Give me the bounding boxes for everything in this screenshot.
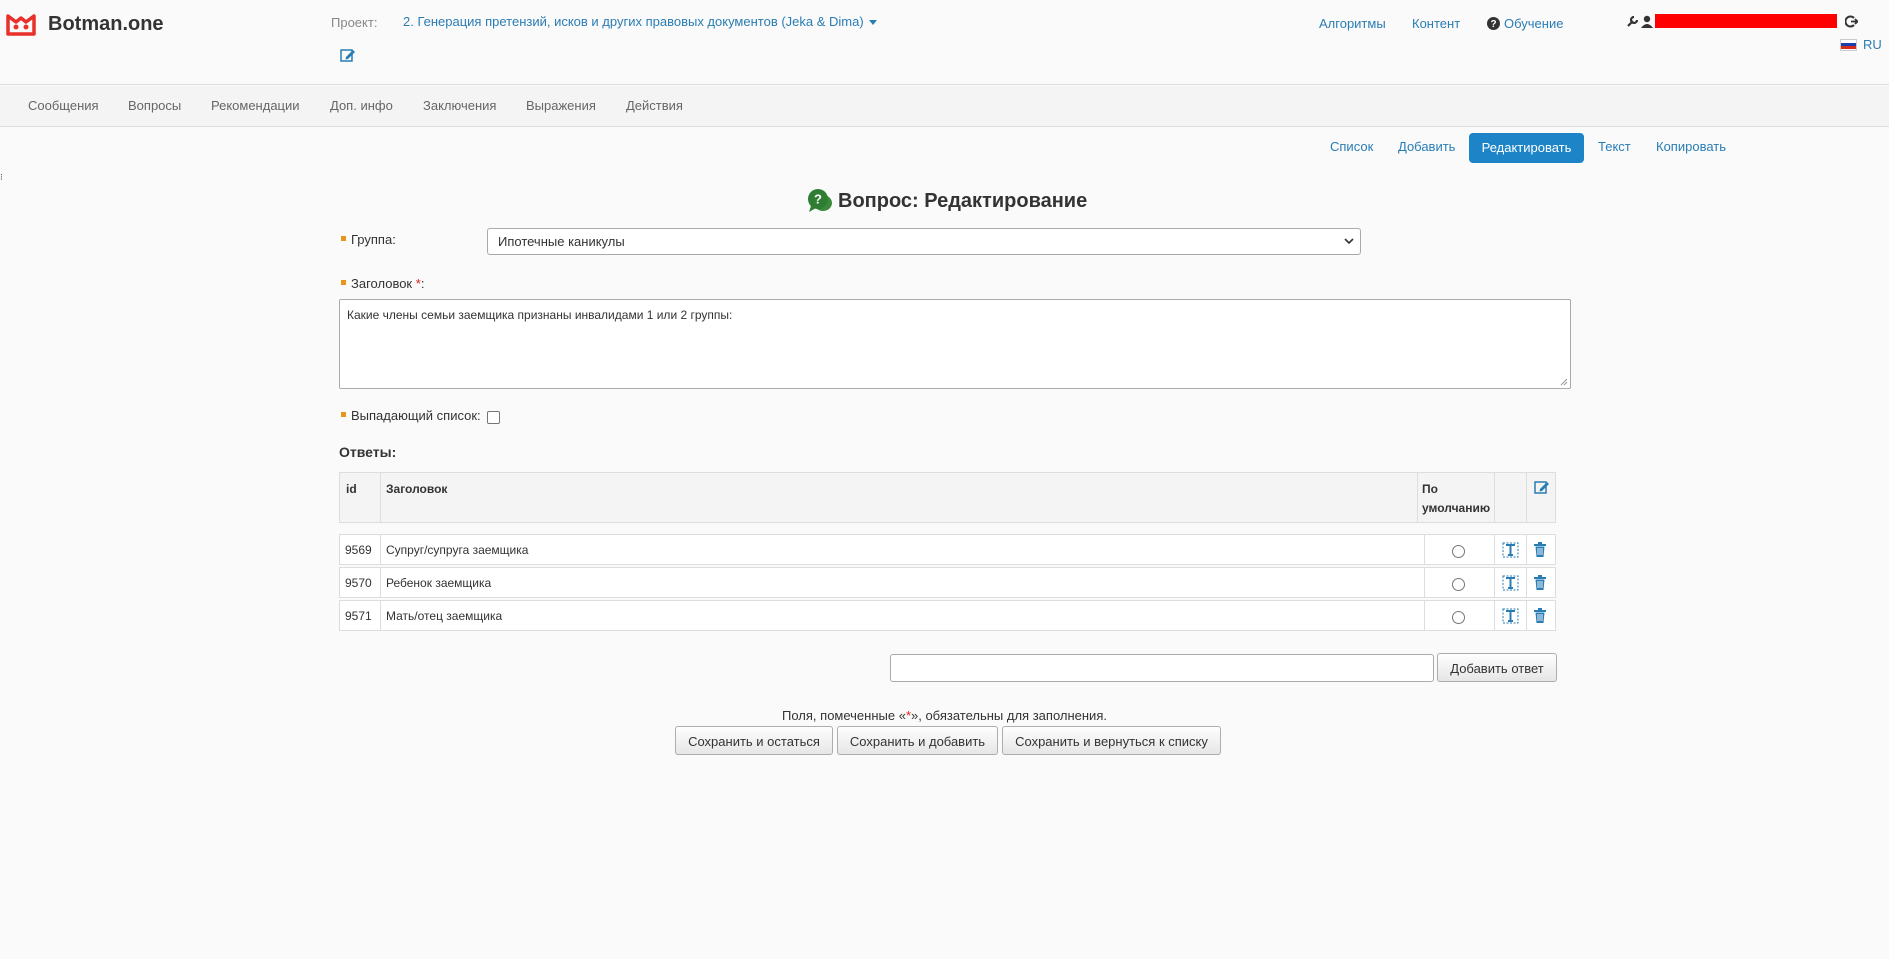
edit-project-icon[interactable] [340,48,356,66]
default-radio[interactable] [1452,578,1465,591]
heading-textarea-value: Какие члены семьи заемщика признаны инва… [347,308,733,322]
save-and-stay-button[interactable]: Сохранить и остаться [675,726,833,755]
tab-recommendations[interactable]: Рекомендации [211,98,300,113]
add-answer-button[interactable]: Добавить ответ [1437,653,1557,682]
svg-text:?: ? [1490,19,1496,30]
project-name: 2. Генерация претензий, исков и других п… [403,14,864,29]
wrench-icon [1627,15,1639,27]
question-circle-icon: ? [1487,17,1500,30]
question-bubble-icon: ? [808,189,832,212]
answer-id: 9570 [345,576,372,590]
heading-textarea[interactable]: Какие члены семьи заемщика признаны инва… [339,299,1571,389]
project-selector[interactable]: 2. Генерация претензий, исков и других п… [403,14,877,29]
project-label: Проект: [331,15,378,30]
tab-additional-info[interactable]: Доп. инфо [330,98,393,113]
col-id: id [346,482,357,496]
answer-id: 9571 [345,609,372,623]
heading-label: Заголовок *: [341,276,424,291]
text-edit-icon[interactable] [1502,542,1519,561]
answers-title: Ответы: [339,444,397,460]
dropdown-label: Выпадающий список: [341,408,481,423]
save-and-add-button[interactable]: Сохранить и добавить [837,726,998,755]
default-radio[interactable] [1452,611,1465,624]
table-row: 9570 Ребенок заемщика [339,567,1556,598]
top-header: Botman.one Проект: 2. Генерация претензи… [0,0,1889,85]
action-add[interactable]: Добавить [1398,139,1455,154]
tab-actions[interactable]: Действия [626,98,683,113]
nav-content[interactable]: Контент [1412,16,1460,31]
table-row: 9569 Супруг/супруга заемщика [339,534,1556,565]
tab-messages[interactable]: Сообщения [28,98,99,113]
chevron-down-icon [1344,238,1354,245]
russian-flag-icon [1840,38,1857,51]
user-name-redacted [1655,14,1837,28]
bullet-marker [341,280,346,286]
answer-id: 9569 [345,543,372,557]
group-select-value: Ипотечные каникулы [498,234,625,249]
resize-handle-icon[interactable] [1560,378,1568,386]
col-title: Заголовок [386,482,448,496]
tab-expressions[interactable]: Выражения [526,98,596,113]
group-label: Группа: [341,232,396,247]
corner-mark: ⁝ [0,172,3,182]
answer-title[interactable]: Ребенок заемщика [386,576,491,590]
answer-title[interactable]: Мать/отец заемщика [386,609,502,623]
col-default: По умолчанию [1422,482,1491,515]
section-tabs: ⁝ Сообщения Вопросы Рекомендации Доп. ин… [0,86,1889,182]
language-label: RU [1863,37,1882,52]
action-text[interactable]: Текст [1598,139,1631,154]
nav-training-label: Обучение [1504,16,1564,31]
trash-icon[interactable] [1533,608,1547,627]
caret-down-icon [868,20,877,26]
edit-all-icon[interactable] [1534,480,1550,495]
answer-title[interactable]: Супруг/супруга заемщика [386,543,528,557]
nav-algorithms[interactable]: Алгоритмы [1319,16,1386,31]
default-radio[interactable] [1452,545,1465,558]
table-row: 9571 Мать/отец заемщика [339,600,1556,631]
logout-icon[interactable] [1845,15,1858,28]
user-menu[interactable] [1626,14,1858,28]
botman-logo-icon [6,13,36,36]
trash-icon[interactable] [1533,542,1547,561]
action-copy[interactable]: Копировать [1656,139,1726,154]
svg-text:?: ? [814,192,822,207]
trash-icon[interactable] [1533,575,1547,594]
required-note: Поля, помеченные «*», обязательны для за… [782,708,1107,723]
text-edit-icon[interactable] [1502,575,1519,594]
answers-table-header: id Заголовок По умолчанию [339,472,1556,523]
group-select[interactable]: Ипотечные каникулы [487,228,1361,255]
page-title: ? Вопрос: Редактирование [806,188,1087,214]
action-list[interactable]: Список [1330,139,1373,154]
text-edit-icon[interactable] [1502,608,1519,627]
bullet-marker [341,236,346,242]
tab-conclusions[interactable]: Заключения [423,98,496,113]
language-selector[interactable]: RU [1840,37,1882,52]
dropdown-checkbox[interactable] [487,411,500,424]
new-answer-input[interactable] [890,654,1434,682]
app-name: Botman.one [48,13,164,35]
bullet-marker [341,412,346,418]
logo[interactable]: Botman.one [6,13,164,36]
page-title-text: Вопрос: Редактирование [838,189,1088,212]
user-icon [1641,15,1653,28]
action-edit[interactable]: Редактировать [1469,133,1584,163]
nav-training[interactable]: ? Обучение [1487,16,1563,31]
tab-questions[interactable]: Вопросы [128,98,181,113]
save-and-return-button[interactable]: Сохранить и вернуться к списку [1002,726,1221,755]
